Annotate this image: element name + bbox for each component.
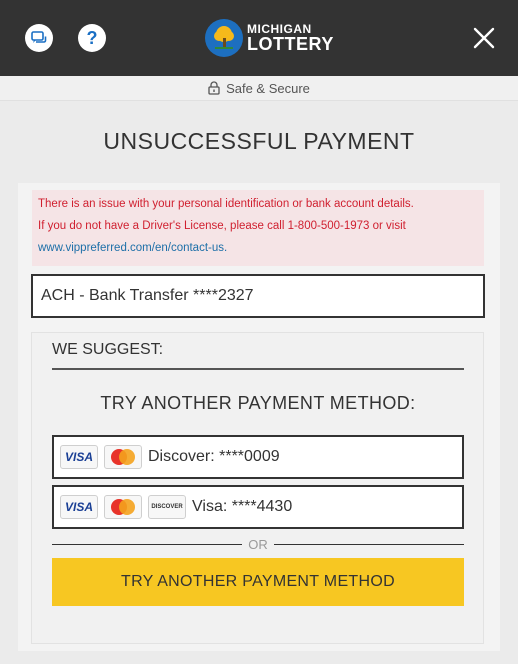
alert-line-2: If you do not have a Driver's License, p… bbox=[38, 220, 406, 232]
error-alert: There is an issue with your personal ide… bbox=[32, 190, 484, 266]
top-bar: ? MICHIGAN LOTTERY bbox=[0, 0, 518, 76]
payment-option-label: Discover: ****0009 bbox=[148, 448, 280, 465]
contact-link[interactable]: www.vippreferred.com/en/contact-us bbox=[38, 242, 224, 254]
payment-option-label: Visa: ****4430 bbox=[192, 498, 293, 515]
discover-card-icon: DISCOVER bbox=[148, 495, 186, 519]
close-x-icon bbox=[473, 27, 495, 49]
chat-bubble-icon bbox=[31, 31, 47, 43]
mastercard-icon bbox=[104, 445, 142, 469]
page-title: UNSUCCESSFUL PAYMENT bbox=[103, 128, 415, 154]
alert-line-1: There is an issue with your personal ide… bbox=[38, 198, 414, 210]
try-another-heading: TRY ANOTHER PAYMENT METHOD: bbox=[100, 393, 416, 413]
visa-card-icon: VISA bbox=[60, 445, 98, 469]
visa-card-icon: VISA bbox=[60, 495, 98, 519]
failed-payment-method: ACH - Bank Transfer ****2327 bbox=[31, 274, 485, 318]
michigan-lottery-logo: MICHIGAN LOTTERY bbox=[205, 14, 334, 62]
payment-option-visa[interactable]: VISA DISCOVER Visa: ****4430 bbox=[52, 485, 464, 529]
logo-tree-icon bbox=[205, 19, 243, 57]
contact-link-suffix: . bbox=[224, 242, 228, 254]
help-button[interactable]: ? bbox=[78, 24, 106, 52]
suggest-divider bbox=[52, 368, 464, 370]
mastercard-icon bbox=[104, 495, 142, 519]
chat-button[interactable] bbox=[25, 24, 53, 52]
safe-secure-bar: Safe & Secure bbox=[0, 76, 518, 101]
question-icon: ? bbox=[86, 27, 98, 48]
lock-icon bbox=[208, 81, 220, 95]
logo-text-line2: LOTTERY bbox=[247, 34, 334, 54]
safe-secure-text: Safe & Secure bbox=[226, 80, 310, 96]
payment-option-discover[interactable]: VISA Discover: ****0009 bbox=[52, 435, 464, 479]
try-another-payment-button[interactable]: TRY ANOTHER PAYMENT METHOD bbox=[52, 558, 464, 606]
suggest-label: WE SUGGEST: bbox=[52, 341, 164, 358]
close-button[interactable] bbox=[472, 26, 496, 50]
or-text: OR bbox=[248, 536, 268, 552]
or-divider: OR bbox=[52, 536, 464, 552]
